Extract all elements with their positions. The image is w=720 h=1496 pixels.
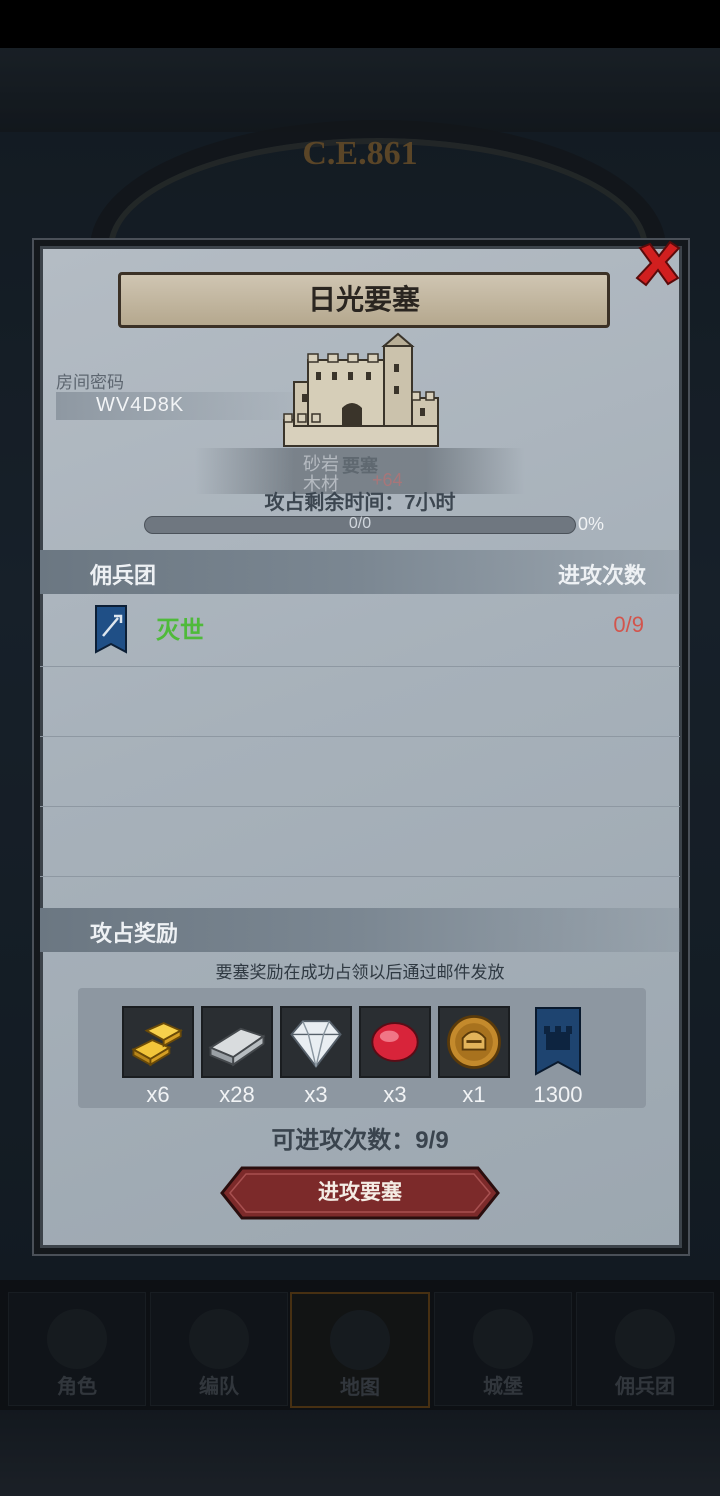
attack-count-header: 进攻次数 (557, 563, 646, 588)
gold-bar-icon (131, 1022, 183, 1067)
rewards-header-title: 攻占奖励 (90, 921, 179, 946)
room-code-value: WV4D8K (96, 394, 185, 416)
remaining-time: 攻占剩余时间：7小时 (264, 492, 456, 514)
mercenary-attack-count: 0/9 (613, 612, 644, 637)
reward-item[interactable]: x3 (359, 1006, 431, 1108)
reward-item[interactable]: x1 (438, 1006, 510, 1108)
rewards-header: 攻占奖励 (40, 908, 680, 952)
attack-fortress-label: 进攻要塞 (318, 1181, 402, 1204)
iron-bar-icon (208, 1027, 266, 1067)
helmet-medal-icon (447, 1015, 501, 1069)
empty-row (40, 666, 680, 737)
reward-item[interactable]: x3 (280, 1006, 352, 1108)
mercenary-row[interactable]: 灭世 0/9 (40, 596, 680, 667)
progress-percent: 0% (578, 514, 605, 534)
room-code-bar (56, 392, 316, 420)
mercenary-header-title: 佣兵团 (90, 563, 157, 588)
attack-fortress-button[interactable]: 进攻要塞 (216, 1166, 504, 1220)
reward-qty: 1300 (533, 1082, 583, 1107)
close-icon (635, 240, 681, 287)
dialog-title: 日光要塞 (307, 284, 420, 315)
title-plate: 日光要塞 (118, 272, 610, 328)
reward-qty: x6 (146, 1082, 170, 1107)
empty-row (40, 736, 680, 807)
reward-qty: x3 (304, 1082, 328, 1107)
banner-icon (535, 1007, 581, 1076)
guild-banner-icon (95, 605, 127, 654)
reward-item[interactable]: x28 (201, 1006, 273, 1108)
fortress-castle-icon (283, 332, 439, 447)
mercenary-name: 灭世 (156, 617, 204, 644)
reward-qty: x1 (462, 1082, 486, 1107)
mercenary-header: 佣兵团 进攻次数 (40, 550, 680, 594)
fortress-type-label: 要塞 (342, 456, 378, 476)
close-button[interactable] (632, 238, 684, 290)
reward-qty: x28 (219, 1082, 255, 1107)
ruby-icon (371, 1022, 419, 1062)
diamond-icon (290, 1020, 342, 1069)
rewards-note: 要塞奖励在成功占领以后通过邮件发放 (215, 963, 505, 982)
reward-qty: x3 (383, 1082, 407, 1107)
reward-item[interactable]: 1300 (522, 1006, 594, 1108)
room-code-label: 房间密码 (56, 373, 124, 392)
progress-count: 0/0 (348, 515, 372, 532)
empty-row (40, 806, 680, 877)
reward-item[interactable]: x6 (122, 1006, 194, 1108)
available-attacks: 可进攻次数：9/9 (271, 1127, 449, 1154)
